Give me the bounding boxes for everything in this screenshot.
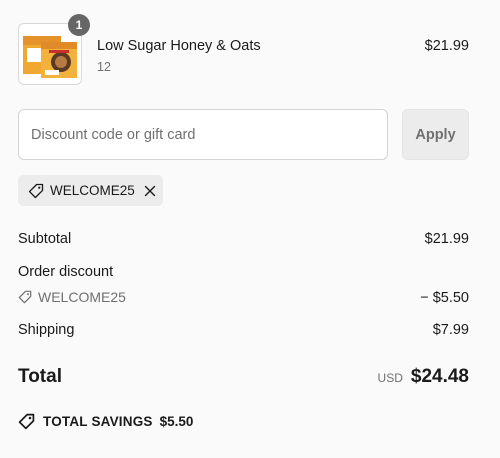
- discount-code-row: WELCOME25: [18, 289, 126, 305]
- applied-discount-chip: WELCOME25: [18, 175, 163, 206]
- subtotal-label: Subtotal: [18, 231, 72, 247]
- quantity-badge: 1: [68, 14, 90, 36]
- applied-code-label: WELCOME25: [50, 183, 135, 198]
- product-name: Low Sugar Honey & Oats: [97, 38, 261, 54]
- shipping-value: $7.99: [432, 322, 469, 338]
- total-label: Total: [18, 366, 62, 387]
- product-variant: 12: [97, 60, 111, 74]
- shipping-label: Shipping: [18, 322, 75, 338]
- discount-code-name: WELCOME25: [38, 289, 126, 305]
- total-value: USD $24.48: [378, 366, 469, 388]
- remove-code-button[interactable]: [144, 185, 156, 197]
- close-icon: [144, 185, 155, 196]
- tag-icon: [18, 413, 35, 430]
- savings-amount: $5.50: [159, 414, 194, 429]
- order-discount-label: Order discount: [18, 264, 114, 280]
- currency-code: USD: [377, 371, 403, 385]
- subtotal-value: $21.99: [424, 231, 469, 247]
- discount-code-input[interactable]: [18, 109, 388, 160]
- total-amount: $24.48: [410, 366, 469, 387]
- discount-amount: − $5.50: [420, 290, 469, 306]
- product-price: $21.99: [424, 38, 469, 54]
- savings-label: TOTAL SAVINGS: [43, 414, 153, 429]
- total-savings: TOTAL SAVINGS $5.50: [18, 413, 193, 430]
- apply-button[interactable]: Apply: [402, 109, 469, 160]
- tag-icon: [18, 290, 32, 304]
- tag-icon: [28, 183, 44, 198]
